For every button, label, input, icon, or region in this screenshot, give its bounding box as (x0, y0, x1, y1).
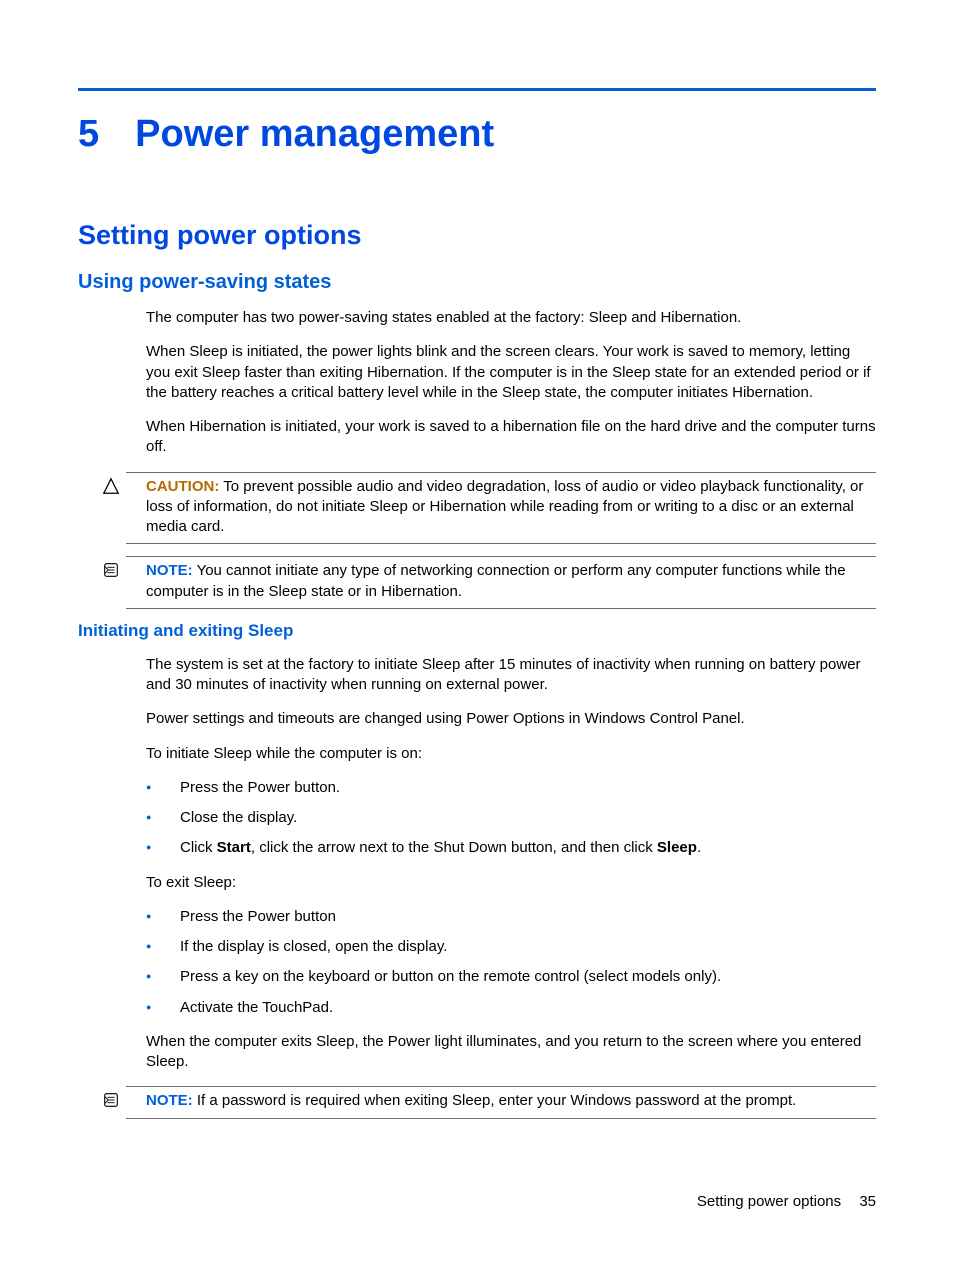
footer-title: Setting power options (697, 1193, 841, 1210)
note-text: You cannot initiate any type of networki… (146, 562, 846, 599)
list-item: Press the Power button. (180, 778, 876, 798)
body-paragraph: When Sleep is initiated, the power light… (146, 342, 876, 403)
section-heading-2: Using power-saving states (78, 271, 876, 294)
chapter-number: 5 (78, 113, 99, 156)
list-item: Close the display. (180, 808, 876, 828)
list-item: Activate the TouchPad. (180, 998, 876, 1018)
caution-icon (102, 477, 120, 495)
bullet-list: Press the Power button If the display is… (180, 907, 876, 1018)
body-paragraph: To exit Sleep: (146, 873, 876, 893)
body-paragraph: When the computer exits Sleep, the Power… (146, 1032, 876, 1073)
body-paragraph: To initiate Sleep while the computer is … (146, 744, 876, 764)
section-heading-3: Initiating and exiting Sleep (78, 621, 876, 641)
list-item: Click Start, click the arrow next to the… (180, 838, 876, 858)
note-callout: NOTE: You cannot initiate any type of ne… (126, 556, 876, 609)
chapter-heading: 5 Power management (78, 113, 876, 156)
note-icon (102, 561, 120, 579)
note-text: If a password is required when exiting S… (197, 1092, 796, 1109)
list-item: Press a key on the keyboard or button on… (180, 967, 876, 987)
note-icon (102, 1091, 120, 1109)
caution-label: CAUTION: (146, 478, 219, 495)
chapter-title: Power management (135, 113, 494, 156)
bullet-list: Press the Power button. Close the displa… (180, 778, 876, 859)
body-paragraph: The system is set at the factory to init… (146, 655, 876, 696)
section-heading-1: Setting power options (78, 220, 876, 251)
note-label: NOTE: (146, 562, 193, 579)
body-paragraph: The computer has two power-saving states… (146, 308, 876, 328)
footer-page-number: 35 (859, 1193, 876, 1210)
note-label: NOTE: (146, 1092, 193, 1109)
body-paragraph: When Hibernation is initiated, your work… (146, 417, 876, 458)
note-callout: NOTE: If a password is required when exi… (126, 1086, 876, 1118)
body-paragraph: Power settings and timeouts are changed … (146, 709, 876, 729)
caution-text: To prevent possible audio and video degr… (146, 478, 863, 536)
page-footer: Setting power options 35 (697, 1193, 876, 1210)
list-item: Press the Power button (180, 907, 876, 927)
top-rule (78, 88, 876, 91)
list-item: If the display is closed, open the displ… (180, 937, 876, 957)
caution-callout: CAUTION: To prevent possible audio and v… (126, 472, 876, 545)
document-page: 5 Power management Setting power options… (0, 0, 954, 1270)
